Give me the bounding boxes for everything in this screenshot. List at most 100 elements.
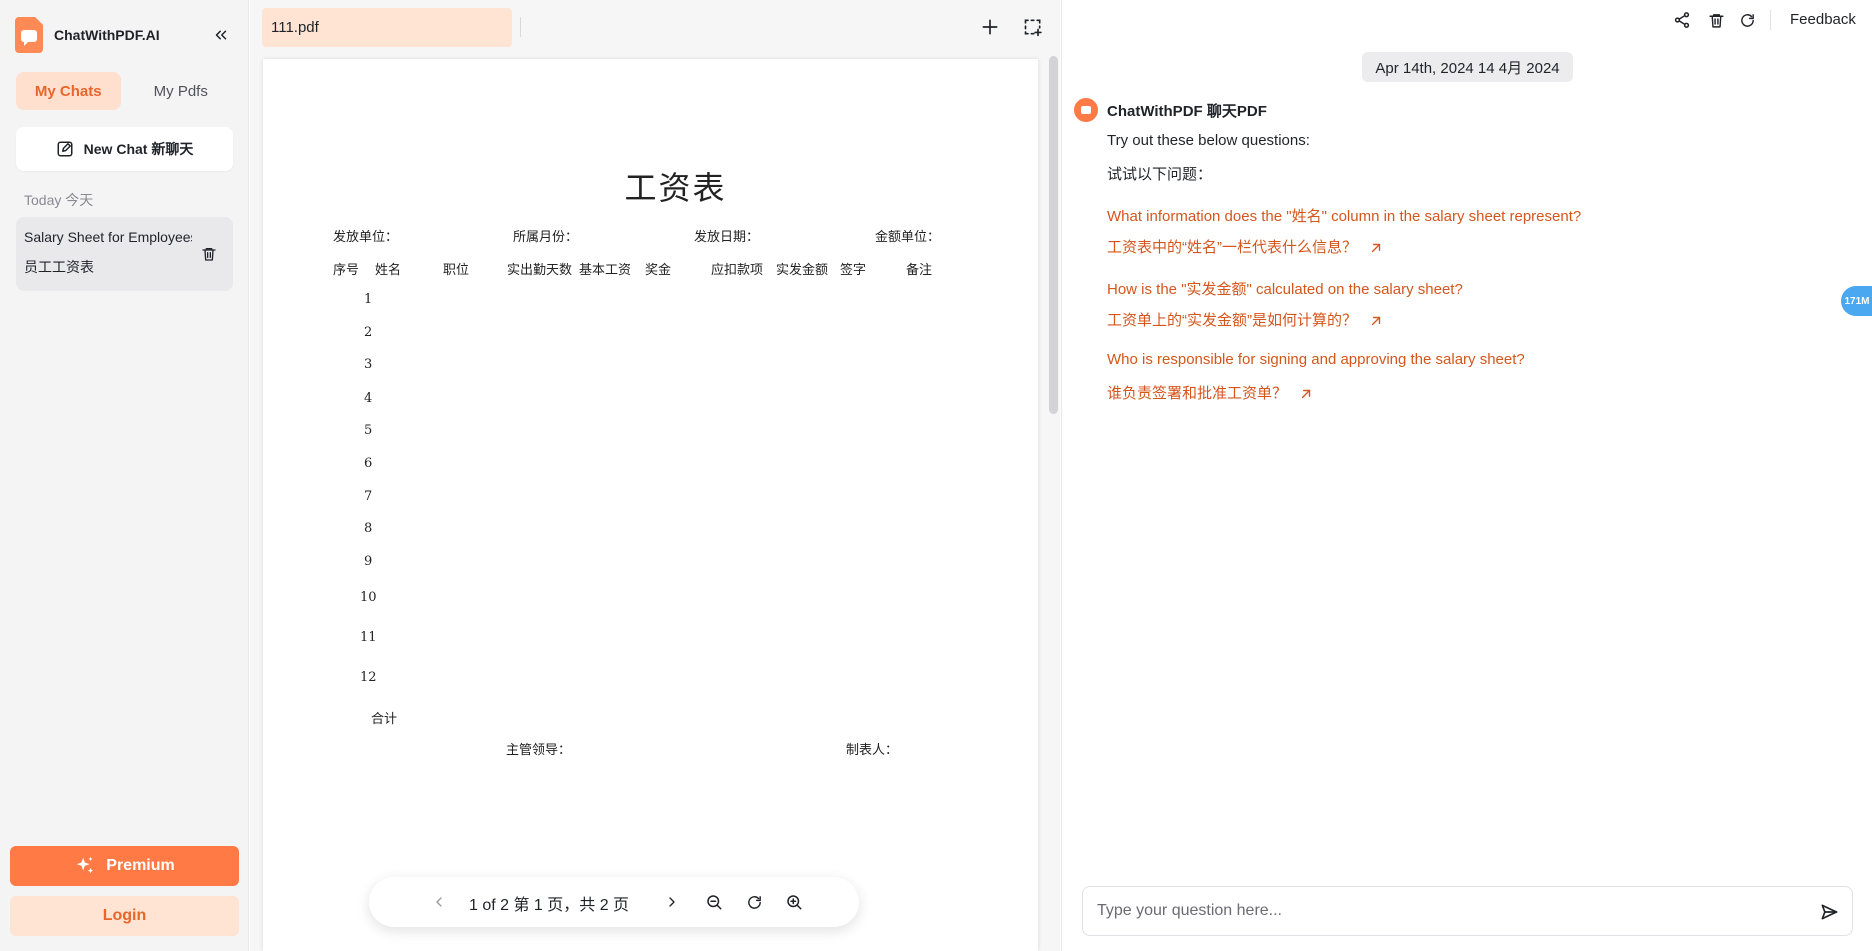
select-area-icon xyxy=(1024,19,1042,37)
pdf-row-number: 3 xyxy=(364,357,373,372)
brand-name: ChatWithPDF.AI xyxy=(54,27,160,43)
refresh-icon xyxy=(747,895,761,909)
pdf-viewer: 111.pdf 工资表 发放单位： 所属月份： 发放日期： 金额单位： 序号 姓… xyxy=(250,0,1060,951)
add-pdf-button[interactable] xyxy=(977,14,1003,40)
delete-chat-button[interactable] xyxy=(199,244,219,264)
pdf-column-header: 备注 xyxy=(906,263,933,278)
zoom-in-icon xyxy=(787,895,802,910)
suggested-question-zh[interactable]: 工资单上的“实发金额”是如何计算的？ xyxy=(1107,309,1383,330)
pdf-header-field: 发放单位： xyxy=(333,230,399,245)
collapse-sidebar-button[interactable] xyxy=(208,22,234,48)
new-chat-label: New Chat 新聊天 xyxy=(83,141,194,157)
suggested-question-zh-text: 工资表中的“姓名”一栏代表什么信息？ xyxy=(1107,239,1357,256)
section-label-today: Today 今天 xyxy=(24,192,94,208)
chat-item-title: Salary Sheet for Employees xyxy=(24,229,192,245)
suggested-question-en[interactable]: What information does the "姓名" column in… xyxy=(1107,205,1581,226)
send-icon xyxy=(1821,904,1838,920)
pdf-column-header: 基本工资 xyxy=(579,263,632,278)
new-chat-button[interactable]: New Chat 新聊天 xyxy=(16,127,233,171)
refresh-conversation-button[interactable] xyxy=(1736,9,1758,31)
pdf-row-number: 8 xyxy=(364,521,373,536)
bot-avatar xyxy=(1074,98,1098,122)
tab-my-chats[interactable]: My Chats xyxy=(16,72,121,110)
pdf-row-number: 11 xyxy=(360,630,377,645)
delete-conversation-button[interactable] xyxy=(1705,9,1727,31)
intro-text-en: Try out these below questions: xyxy=(1107,132,1310,149)
pdf-scrollbar-thumb[interactable] xyxy=(1049,56,1058,414)
reset-zoom-button[interactable] xyxy=(741,889,767,915)
pdf-column-header: 实发金额 xyxy=(776,263,829,278)
chat-panel: Feedback Apr 14th, 2024 14 4月 2024 ChatW… xyxy=(1061,0,1872,951)
pdf-total-label: 合计 xyxy=(371,712,398,727)
send-button[interactable] xyxy=(1816,899,1842,925)
pdf-row-number: 10 xyxy=(360,590,377,605)
zoom-in-button[interactable] xyxy=(781,889,807,915)
pdf-title: 工资表 xyxy=(624,169,727,207)
next-page-button[interactable] xyxy=(659,889,685,915)
premium-button[interactable]: Premium xyxy=(10,846,239,886)
pdf-page: 工资表 发放单位： 所属月份： 发放日期： 金额单位： 序号 姓名 职位 实出勤… xyxy=(263,59,1038,951)
pdf-footer-field: 制表人： xyxy=(846,743,899,758)
suggested-question-zh-text: 工资单上的“实发金额”是如何计算的？ xyxy=(1107,312,1357,329)
page-indicator: 1 of 2 第 1 页，共 2 页 xyxy=(469,897,630,914)
suggested-question-zh[interactable]: 谁负责签署和批准工资单？ xyxy=(1107,382,1313,403)
question-input-box xyxy=(1082,886,1853,936)
suggested-question-zh-text: 谁负责签署和批准工资单？ xyxy=(1107,385,1288,402)
pdf-header-field: 金额单位： xyxy=(875,230,941,245)
prev-page-button[interactable] xyxy=(426,889,452,915)
bot-name: ChatWithPDF 聊天PDF xyxy=(1107,103,1267,120)
pdf-column-header: 实出勤天数 xyxy=(507,263,573,278)
sidebar-tabs: My Chats My Pdfs xyxy=(16,72,233,110)
share-icon xyxy=(1674,12,1690,28)
arrow-up-right-icon xyxy=(1371,316,1381,326)
pdf-pager: 1 of 2 第 1 页，共 2 页 xyxy=(369,877,859,927)
pdf-row-number: 5 xyxy=(364,423,373,438)
suggested-question-zh[interactable]: 工资表中的“姓名”一栏代表什么信息？ xyxy=(1107,236,1383,257)
zoom-out-button[interactable] xyxy=(701,889,727,915)
pdf-row-number: 2 xyxy=(364,325,373,340)
tab-my-pdfs[interactable]: My Pdfs xyxy=(129,72,234,110)
pdf-column-header: 姓名 xyxy=(375,263,402,278)
pdf-row-number: 1 xyxy=(364,292,373,307)
share-button[interactable] xyxy=(1671,9,1693,31)
pdf-row-number: 9 xyxy=(364,554,373,569)
chevrons-left-icon xyxy=(215,30,227,40)
trash-icon xyxy=(202,248,216,261)
toolbar-divider xyxy=(1770,10,1771,30)
premium-label: Premium xyxy=(106,857,175,874)
chat-bubble-icon xyxy=(1081,106,1091,114)
feedback-link[interactable]: Feedback xyxy=(1790,11,1856,28)
chatwithpdf-logo-icon xyxy=(15,17,43,53)
suggested-question-en[interactable]: Who is responsible for signing and appro… xyxy=(1107,351,1525,368)
pdf-column-header: 应扣款项 xyxy=(711,263,764,278)
arrow-up-right-icon xyxy=(1371,243,1381,253)
chevron-left-icon xyxy=(436,897,442,907)
login-button[interactable]: Login xyxy=(10,896,239,936)
edit-icon xyxy=(57,141,73,157)
plus-icon xyxy=(982,19,998,35)
refresh-icon xyxy=(1740,13,1754,27)
select-area-button[interactable] xyxy=(1020,14,1046,40)
chat-item-subtitle: 员工工资表 xyxy=(24,259,94,275)
pdf-column-header: 签字 xyxy=(840,263,867,278)
trash-icon xyxy=(1708,13,1724,28)
date-pill: Apr 14th, 2024 14 4月 2024 xyxy=(1362,52,1573,82)
suggested-question-en[interactable]: How is the "实发金额" calculated on the sala… xyxy=(1107,278,1463,299)
intro-text-zh: 试试以下问题： xyxy=(1107,166,1213,183)
arrow-up-right-icon xyxy=(1301,389,1311,399)
file-tab[interactable]: 111.pdf xyxy=(262,8,512,47)
pdf-row-number: 6 xyxy=(364,456,373,471)
side-floating-badge[interactable]: 171M xyxy=(1841,286,1872,316)
question-input[interactable] xyxy=(1097,896,1777,926)
tab-divider xyxy=(520,17,521,37)
pdf-header-field: 发放日期： xyxy=(694,230,760,245)
brand[interactable]: ChatWithPDF.AI xyxy=(15,17,160,53)
pdf-column-header: 职位 xyxy=(443,263,470,278)
chevron-right-icon xyxy=(669,897,675,907)
chat-list-item[interactable]: Salary Sheet for Employees 员工工资表 xyxy=(16,217,233,291)
pdf-row-number: 4 xyxy=(364,391,373,406)
zoom-out-icon xyxy=(707,895,722,910)
sparkles-icon xyxy=(77,856,94,874)
pdf-column-header: 序号 xyxy=(333,263,360,278)
pdf-row-number: 7 xyxy=(364,489,373,504)
